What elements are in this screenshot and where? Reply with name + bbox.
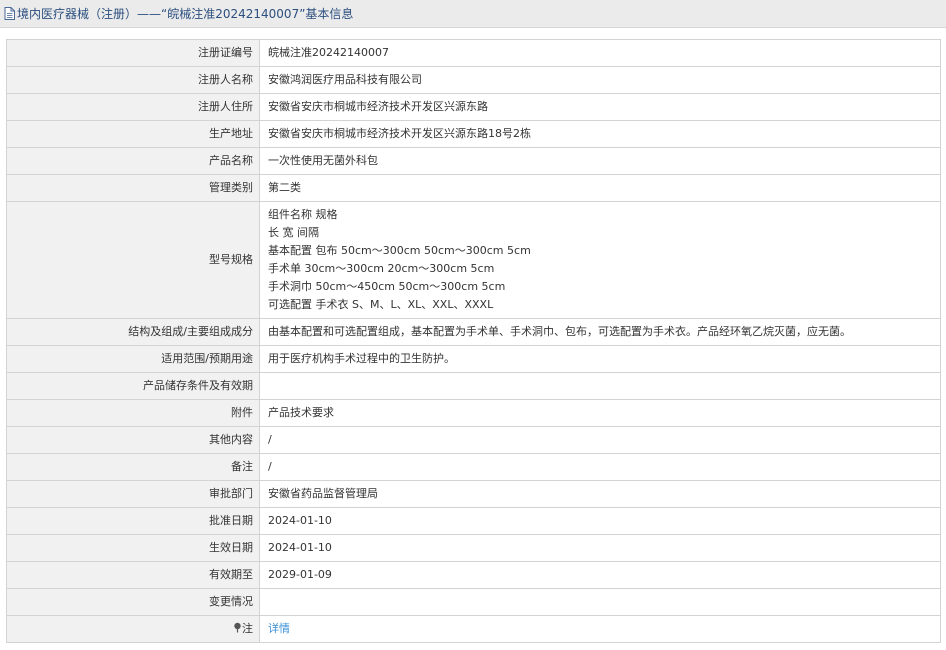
row-label: 注册证编号 [6,39,260,67]
table-row: 生产地址 安徽省安庆市桐城市经济技术开发区兴源东路18号2栋 [6,120,941,148]
page-header: 境内医疗器械（注册）——“皖械注准20242140007”基本信息 [0,0,946,28]
table-row: 注册人住所 安徽省安庆市桐城市经济技术开发区兴源东路 [6,93,941,121]
details-link[interactable]: 详情 [268,622,290,635]
row-value: 2024-01-10 [259,507,941,535]
row-label: 审批部门 [6,480,260,508]
table-row: 结构及组成/主要组成成分 由基本配置和可选配置组成，基本配置为手术单、手术洞巾、… [6,318,941,346]
page-title: 境内医疗器械（注册）——“皖械注准20242140007”基本信息 [17,7,354,21]
table-row: 变更情况 [6,588,941,616]
row-label: 其他内容 [6,426,260,454]
table-row: 批准日期 2024-01-10 [6,507,941,535]
table-row: 管理类别 第二类 [6,174,941,202]
row-value: 安徽鸿润医疗用品科技有限公司 [259,66,941,94]
table-row: 产品储存条件及有效期 [6,372,941,400]
row-label: 有效期至 [6,561,260,589]
document-icon [4,7,15,20]
row-label: 生效日期 [6,534,260,562]
row-label: 产品名称 [6,147,260,175]
table-row: 生效日期 2024-01-10 [6,534,941,562]
row-value: 安徽省安庆市桐城市经济技术开发区兴源东路18号2栋 [259,120,941,148]
row-label: 注册人住所 [6,93,260,121]
table-row: 适用范围/预期用途 用于医疗机构手术过程中的卫生防护。 [6,345,941,373]
row-label: 结构及组成/主要组成成分 [6,318,260,346]
row-label: 管理类别 [6,174,260,202]
row-value: 一次性使用无菌外科包 [259,147,941,175]
row-label: 备注 [6,453,260,481]
row-value [259,588,941,616]
table-row: 注册人名称 安徽鸿润医疗用品科技有限公司 [6,66,941,94]
row-value: 产品技术要求 [259,399,941,427]
row-value: 第二类 [259,174,941,202]
row-value: / [259,453,941,481]
spec-line: 组件名称 规格 [268,208,338,221]
row-label: 生产地址 [6,120,260,148]
row-value: 皖械注准20242140007 [259,39,941,67]
row-value: 2029-01-09 [259,561,941,589]
row-value: 由基本配置和可选配置组成，基本配置为手术单、手术洞巾、包布，可选配置为手术衣。产… [259,318,941,346]
table-row: 注册证编号 皖械注准20242140007 [6,39,941,67]
table-row: 审批部门 安徽省药品监督管理局 [6,480,941,508]
row-value: 安徽省安庆市桐城市经济技术开发区兴源东路 [259,93,941,121]
pin-icon [233,621,242,633]
spec-line: 可选配置 手术衣 S、M、L、XL、XXL、XXXL [268,298,494,311]
row-value: / [259,426,941,454]
row-value [259,372,941,400]
table-row: 备注 / [6,453,941,481]
spec-value: 组件名称 规格 长 宽 间隔 基本配置 包布 50cm～300cm 50cm～3… [259,201,941,319]
table-row: 附件 产品技术要求 [6,399,941,427]
table-row: 有效期至 2029-01-09 [6,561,941,589]
note-value: 详情 [259,615,941,643]
spec-line: 基本配置 包布 50cm～300cm 50cm～300cm 5cm [268,244,531,257]
row-label: 注册人名称 [6,66,260,94]
note-label: 注 [242,622,253,635]
spec-line: 手术洞巾 50cm～450cm 50cm～300cm 5cm [268,280,506,293]
table-row: 产品名称 一次性使用无菌外科包 [6,147,941,175]
row-label: 附件 [6,399,260,427]
row-value: 用于医疗机构手术过程中的卫生防护。 [259,345,941,373]
row-label: 型号规格 [6,201,260,319]
spec-line: 手术单 30cm～300cm 20cm～300cm 5cm [268,262,495,275]
table-row: 型号规格 组件名称 规格 长 宽 间隔 基本配置 包布 50cm～300cm 5… [6,201,941,319]
table-row: 注 详情 [6,615,941,643]
table-row: 其他内容 / [6,426,941,454]
row-value: 2024-01-10 [259,534,941,562]
row-value: 安徽省药品监督管理局 [259,480,941,508]
detail-table: 注册证编号 皖械注准20242140007 注册人名称 安徽鸿润医疗用品科技有限… [6,39,941,643]
row-label: 变更情况 [6,588,260,616]
row-label: 适用范围/预期用途 [6,345,260,373]
spec-line: 长 宽 间隔 [268,226,319,239]
row-label: 产品储存条件及有效期 [6,372,260,400]
row-label: 批准日期 [6,507,260,535]
note-label-cell: 注 [6,615,260,643]
